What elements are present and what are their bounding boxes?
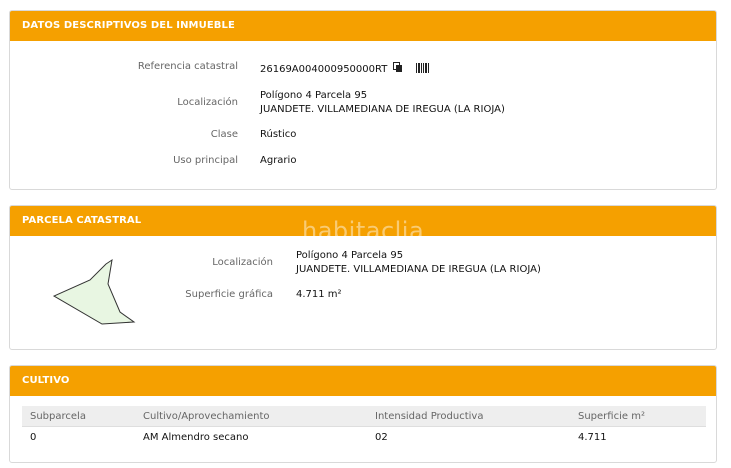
clase-value: Rústico — [260, 129, 297, 140]
loc-label: Localización — [177, 97, 238, 108]
barcode-icon[interactable] — [415, 62, 429, 76]
datos-panel: DATOS DESCRIPTIVOS DEL INMUEBLE Referenc… — [9, 10, 717, 190]
cell-cultivo: AM Almendro secano — [143, 431, 249, 443]
cell-superficie: 4.711 — [578, 431, 607, 443]
watermark: habitaclia — [302, 217, 425, 245]
cultivo-title: CULTIVO — [10, 366, 716, 396]
datos-title: DATOS DESCRIPTIVOS DEL INMUEBLE — [10, 11, 716, 41]
parcela-loc-label: Localización — [212, 257, 273, 268]
table-row: 0 AM Almendro secano 02 4.711 — [22, 427, 706, 448]
cell-subparcela: 0 — [30, 431, 37, 443]
sup-label: Superficie gráfica — [185, 289, 273, 300]
uso-label: Uso principal — [173, 155, 238, 166]
col-subparcela: Subparcela — [22, 406, 135, 427]
ref-value: 26169A004000950000RT — [260, 64, 388, 75]
col-cultivo: Cultivo/Aprovechamiento — [135, 406, 367, 427]
clase-label: Clase — [210, 129, 238, 140]
cultivo-panel: CULTIVO Subparcela Cultivo/Aprovechamien… — [9, 365, 717, 463]
parcela-loc-line1: Polígono 4 Parcela 95 — [296, 250, 404, 261]
copy-icon[interactable] — [392, 62, 403, 76]
col-superficie: Superficie m² — [570, 406, 706, 427]
loc-line2: JUANDETE. VILLAMEDIANA DE IREGUA (LA RIO… — [260, 104, 505, 115]
cell-intensidad: 02 — [375, 431, 388, 443]
ref-label: Referencia catastral — [137, 61, 238, 72]
table-header-row: Subparcela Cultivo/Aprovechamiento Inten… — [22, 406, 706, 427]
uso-value: Agrario — [260, 155, 297, 166]
col-intensidad: Intensidad Productiva — [367, 406, 570, 427]
ref-value-row: 26169A004000950000RT — [260, 62, 429, 76]
cultivo-table: Subparcela Cultivo/Aprovechamiento Inten… — [22, 406, 706, 447]
loc-line1: Polígono 4 Parcela 95 — [260, 90, 368, 101]
sup-value: 4.711 m² — [296, 289, 342, 300]
parcela-loc-line2: JUANDETE. VILLAMEDIANA DE IREGUA (LA RIO… — [296, 264, 541, 275]
parcela-panel: PARCELA CATASTRAL habitaclia Localizació… — [9, 205, 717, 350]
